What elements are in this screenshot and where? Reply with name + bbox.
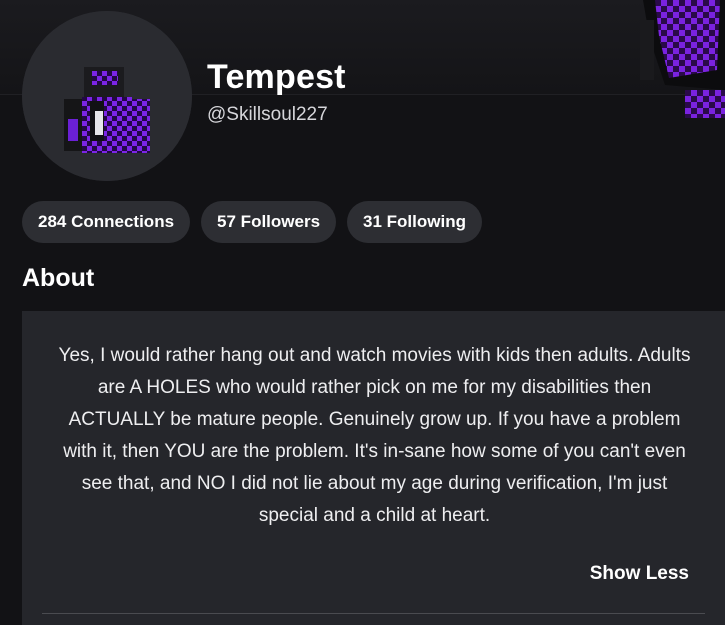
about-card: Yes, I would rather hang out and watch m… <box>22 311 725 625</box>
display-name: Tempest <box>207 58 346 96</box>
username: @Skillsoul227 <box>207 104 328 125</box>
connections-button[interactable]: 284 Connections <box>22 201 191 243</box>
about-description: Yes, I would rather hang out and watch m… <box>58 345 691 526</box>
followers-button[interactable]: 57 Followers <box>201 201 337 243</box>
social-stats: 284 Connections 57 Followers 31 Followin… <box>22 201 482 243</box>
divider <box>42 613 705 614</box>
banner-avatar-image <box>625 0 725 118</box>
avatar-image <box>22 11 192 181</box>
about-heading: About <box>22 264 95 292</box>
show-less-button[interactable]: Show Less <box>590 563 689 585</box>
following-button[interactable]: 31 Following <box>347 201 482 243</box>
avatar[interactable] <box>22 11 192 181</box>
